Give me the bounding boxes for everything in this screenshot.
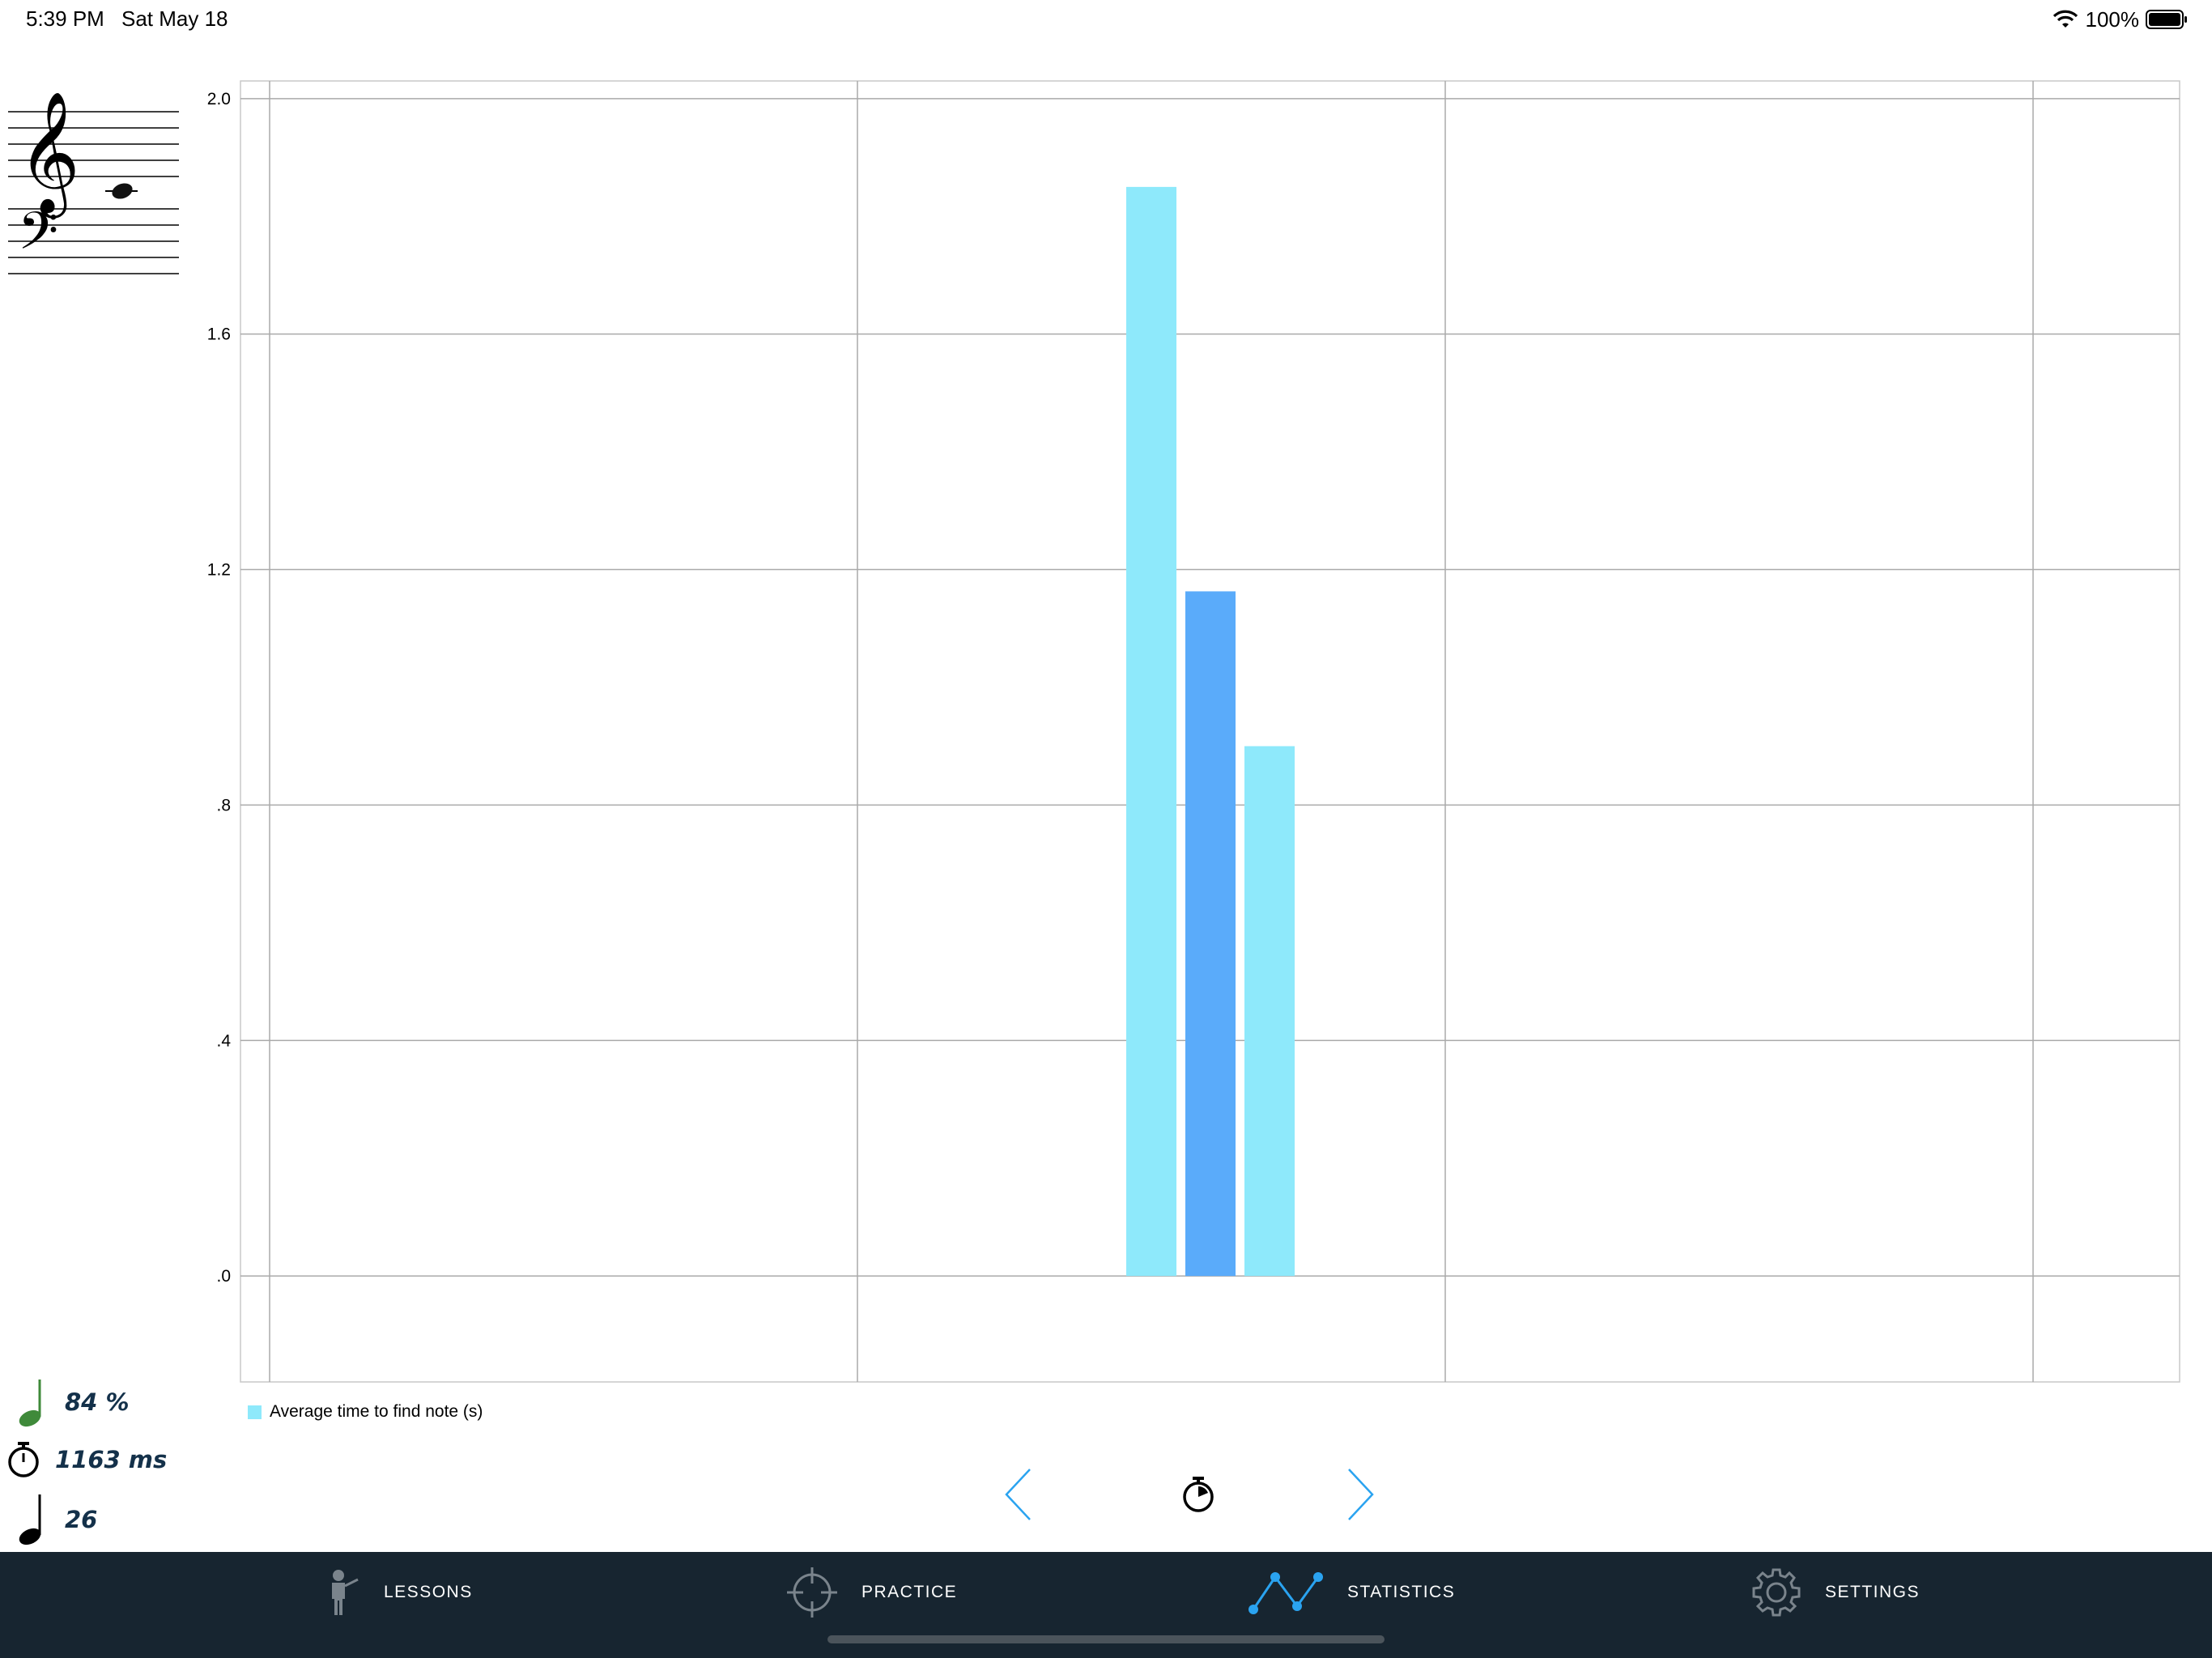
bar	[1244, 746, 1295, 1277]
y-tick-label: .4	[216, 1031, 231, 1050]
stopwatch-icon	[8, 1442, 39, 1477]
tab-practice-label: PRACTICE	[861, 1583, 958, 1601]
stopwatch-mode-button[interactable]	[1179, 1473, 1218, 1516]
previous-button[interactable]	[1002, 1467, 1035, 1522]
bar	[1126, 186, 1176, 1277]
note-count-icon	[19, 1494, 41, 1545]
legend-label: Average time to find note (s)	[270, 1402, 483, 1421]
gear-icon	[1752, 1568, 1801, 1617]
accuracy-value: 84 %	[65, 1388, 130, 1416]
next-button[interactable]	[1344, 1467, 1376, 1522]
stat-time: 1163 ms	[0, 1439, 167, 1480]
y-tick-label: .0	[216, 1267, 231, 1286]
tab-settings-label: SETTINGS	[1825, 1583, 1921, 1601]
y-tick-label: 1.6	[207, 325, 231, 344]
chart-legend: Average time to find note (s)	[248, 1402, 483, 1422]
stat-count: 26	[0, 1491, 97, 1548]
tab-practice[interactable]: PRACTICE	[785, 1552, 957, 1633]
line-chart-icon	[1249, 1572, 1323, 1614]
crosshair-icon	[787, 1567, 837, 1618]
tab-lessons[interactable]: LESSONS	[322, 1552, 473, 1633]
green-note-icon	[19, 1380, 41, 1427]
home-indicator	[827, 1635, 1385, 1643]
tab-statistics[interactable]: STATISTICS	[1247, 1552, 1455, 1633]
chart-y-ticks: 2.0 1.6 1.2 .8 .4 .0	[207, 90, 232, 1286]
time-value: 1163 ms	[55, 1446, 168, 1473]
tab-settings[interactable]: SETTINGS	[1750, 1552, 1920, 1633]
teacher-icon	[332, 1570, 359, 1615]
tab-lessons-label: LESSONS	[384, 1583, 473, 1601]
count-value: 26	[65, 1506, 98, 1533]
legend-swatch	[248, 1405, 262, 1419]
y-tick-label: 1.2	[207, 561, 231, 580]
tab-statistics-label: STATISTICS	[1347, 1583, 1456, 1601]
bar	[1185, 591, 1236, 1277]
chart-bars	[1126, 186, 1295, 1277]
stat-accuracy: 84 %	[0, 1376, 130, 1428]
y-tick-label: .8	[216, 796, 231, 814]
y-tick-label: 2.0	[207, 90, 231, 108]
bar-chart: 2.0 1.6 1.2 .8 .4 .0	[207, 80, 2180, 1383]
